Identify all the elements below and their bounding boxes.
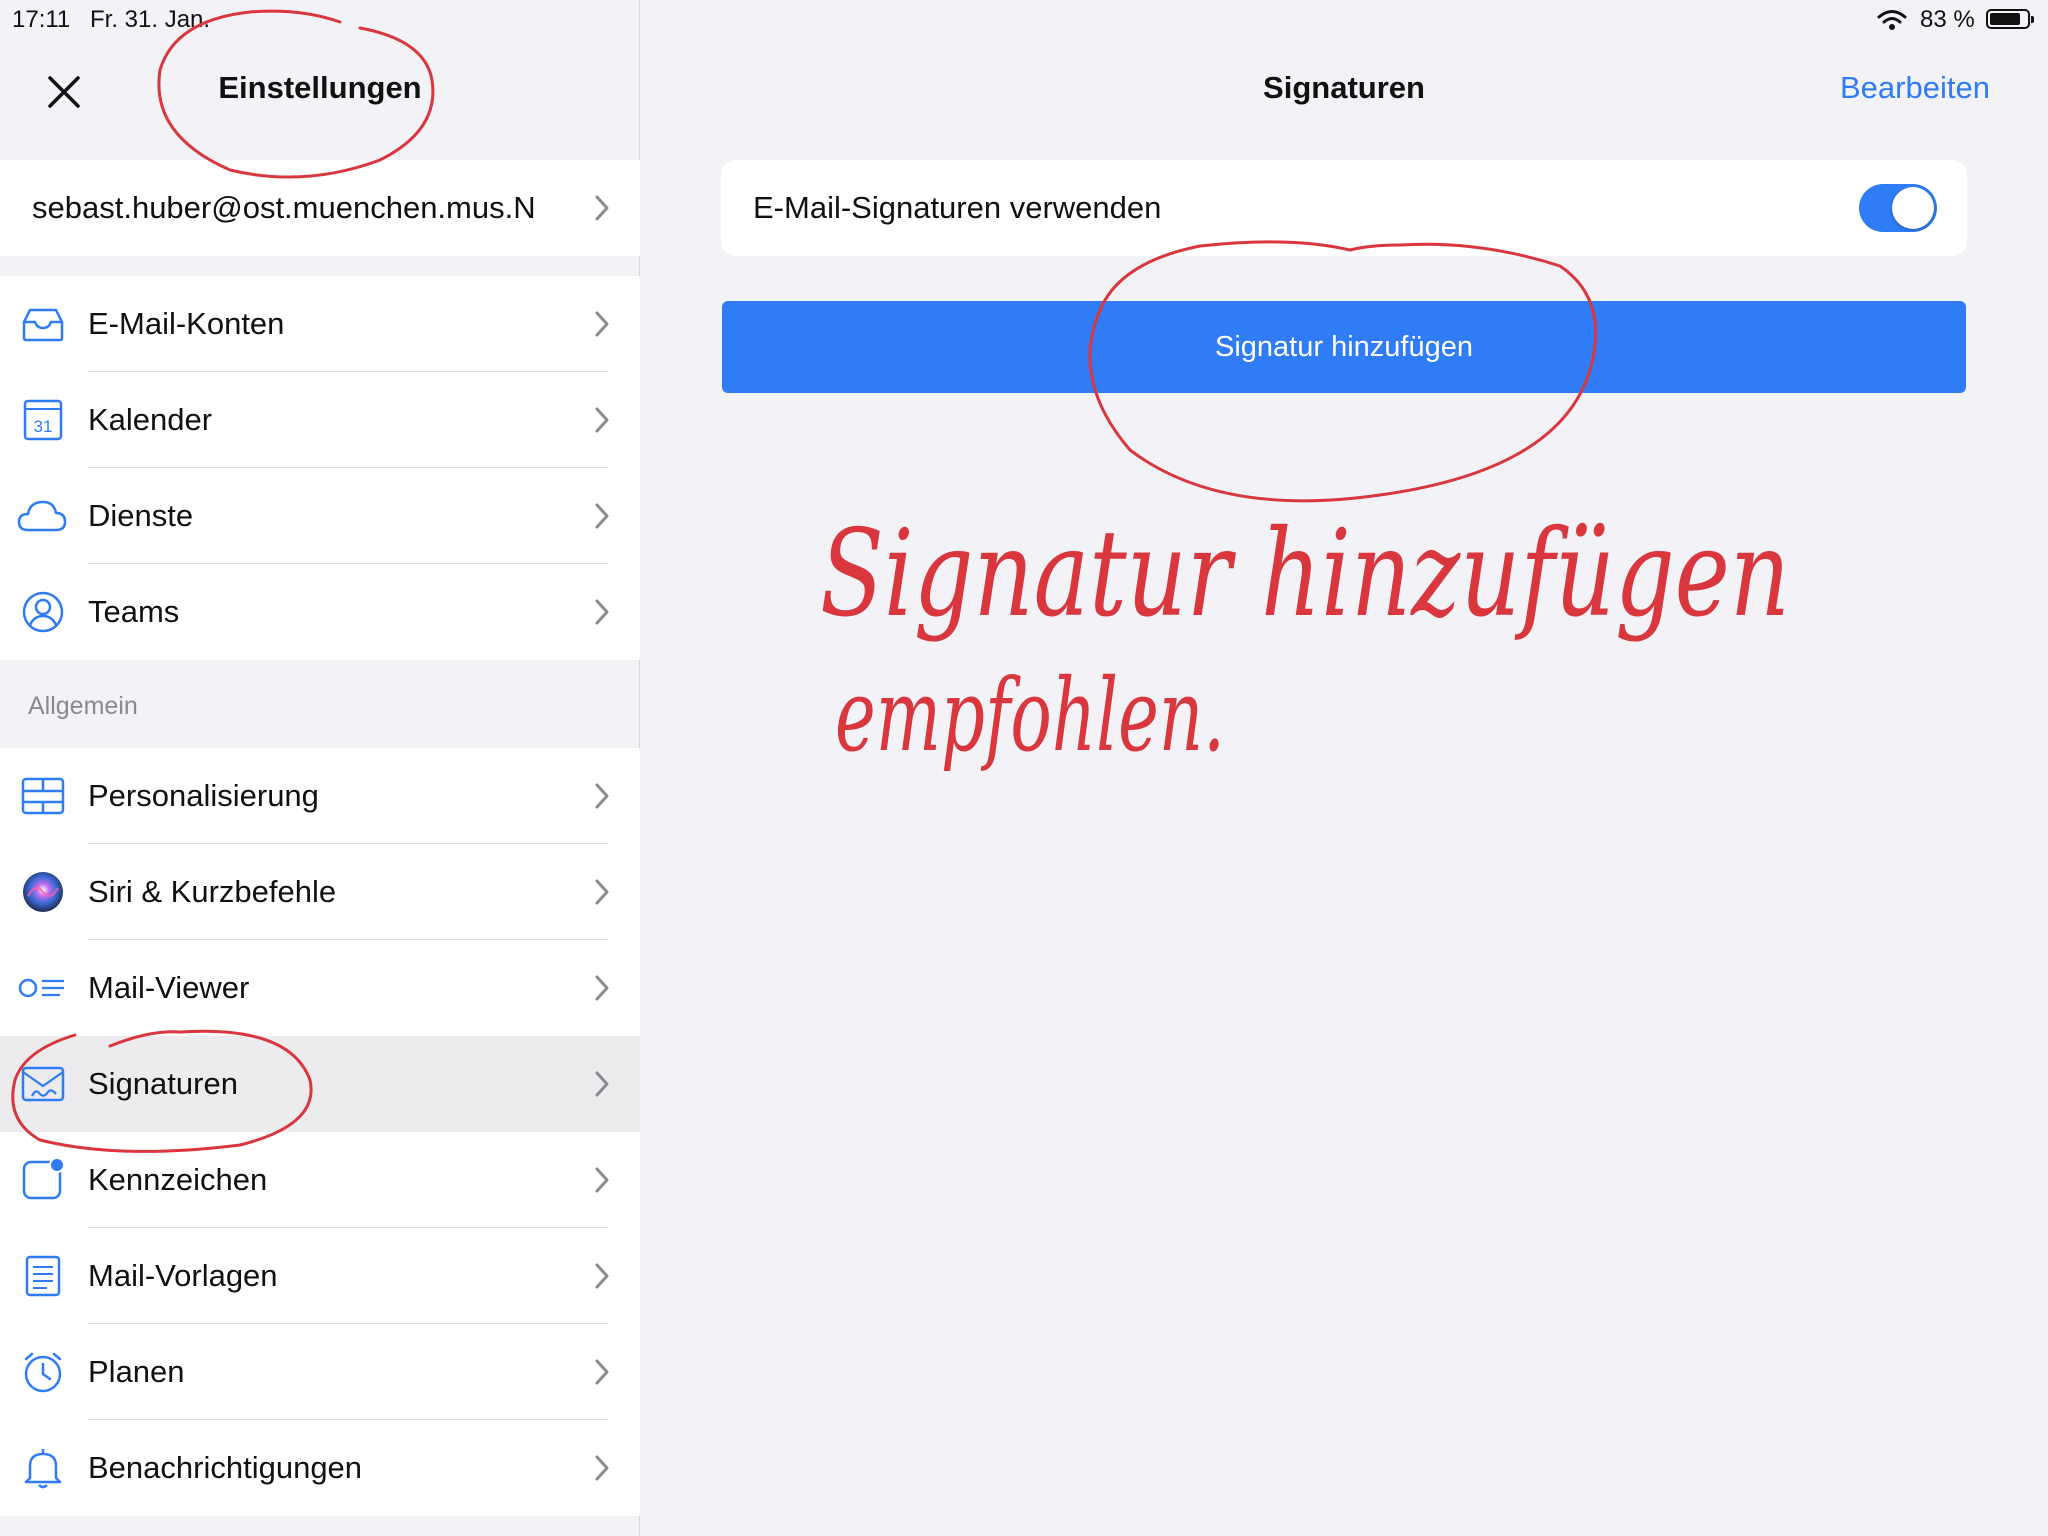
chevron-right-icon: [595, 1263, 609, 1289]
chevron-right-icon: [595, 1167, 609, 1193]
chevron-right-icon: [595, 1359, 609, 1385]
siri-icon: [23, 872, 63, 912]
chevron-right-icon: [595, 1455, 609, 1481]
sidebar-item-teams[interactable]: Teams: [0, 564, 640, 660]
chevron-right-icon: [595, 503, 609, 529]
person-circle-icon: [22, 591, 64, 633]
chevron-right-icon: [595, 311, 609, 337]
edit-button[interactable]: Bearbeiten: [1840, 70, 1990, 106]
calendar-icon: 31: [23, 399, 63, 441]
calendar-icon-number: 31: [34, 417, 53, 436]
document-icon: [25, 1255, 61, 1297]
status-bar: 17:11 Fr. 31. Jan. 83 %: [0, 0, 2048, 40]
sidebar-item-siri[interactable]: Siri & Kurzbefehle: [0, 844, 640, 940]
chevron-right-icon: [595, 407, 609, 433]
badge-icon: [22, 1158, 65, 1200]
layout-icon: [21, 777, 65, 815]
use-signatures-toggle[interactable]: [1859, 184, 1937, 232]
status-date: Fr. 31. Jan.: [90, 6, 211, 33]
sidebar-item-schedule[interactable]: Planen: [0, 1324, 640, 1420]
toggle-knob: [1892, 187, 1934, 229]
sidebar-item-label: Personalisierung: [88, 778, 319, 813]
alarm-icon: [24, 1352, 62, 1393]
sidebar-item-label: Dienste: [88, 498, 194, 533]
settings-title: Einstellungen: [218, 70, 422, 105]
sidebar-item-email-accounts[interactable]: E-Mail-Konten: [0, 276, 640, 372]
sidebar-item-label: E-Mail-Konten: [88, 306, 285, 341]
status-time: 17:11: [12, 6, 71, 33]
sidebar-item-label: Siri & Kurzbefehle: [88, 874, 337, 909]
inbox-icon: [22, 308, 64, 342]
list-icon: [18, 978, 64, 998]
chevron-right-icon: [595, 879, 609, 905]
wifi-icon: [1877, 10, 1907, 30]
chevron-right-icon: [595, 1071, 609, 1097]
general-group: Personalisierung Siri & Kurzbefehle Mail…: [0, 748, 640, 1516]
battery-fill: [1990, 13, 2020, 25]
settings-sidebar: Einstellungen sebast.huber@ost.muenchen.…: [0, 0, 640, 1536]
sidebar-item-calendar[interactable]: 31 Kalender: [0, 372, 640, 468]
annotation-line-2: empfohlen.: [835, 657, 1225, 774]
account-email: sebast.huber@ost.muenchen.mus.N: [32, 190, 536, 225]
sidebar-item-flags[interactable]: Kennzeichen: [0, 1132, 640, 1228]
sidebar-item-signatures[interactable]: Signaturen: [0, 1036, 640, 1132]
sidebar-item-notifications[interactable]: Benachrichtigungen: [0, 1420, 640, 1516]
sidebar-item-label: Signaturen: [88, 1066, 238, 1101]
sidebar-item-personalization[interactable]: Personalisierung: [0, 748, 640, 844]
sidebar-item-label: Mail-Vorlagen: [88, 1258, 278, 1293]
sidebar-item-mail-viewer[interactable]: Mail-Viewer: [0, 940, 640, 1036]
chevron-right-icon: [595, 783, 609, 809]
page-title: Signaturen: [1263, 70, 1425, 105]
chevron-right-icon: [595, 195, 609, 221]
battery-icon: [1986, 9, 2034, 29]
toggle-label: E-Mail-Signaturen verwenden: [753, 190, 1162, 225]
section-header-general: Allgemein: [28, 692, 138, 720]
sidebar-item-label: Teams: [88, 594, 180, 629]
bell-icon: [24, 1449, 62, 1489]
sidebar-item-services[interactable]: Dienste: [0, 468, 640, 564]
account-row[interactable]: sebast.huber@ost.muenchen.mus.N: [0, 160, 640, 256]
add-signature-button[interactable]: Signatur hinzufügen: [722, 301, 1966, 393]
annotation-line-1: Signatur hinzufügen: [820, 505, 1790, 644]
sidebar-item-label: Benachrichtigungen: [88, 1450, 363, 1485]
sidebar-item-mail-templates[interactable]: Mail-Vorlagen: [0, 1228, 640, 1324]
sidebar-item-label: Kalender: [88, 402, 213, 437]
signature-toggle-card: E-Mail-Signaturen verwenden: [721, 160, 1967, 256]
cloud-icon: [17, 500, 67, 532]
chevron-right-icon: [595, 975, 609, 1001]
battery-percent: 83 %: [1920, 6, 1975, 33]
sidebar-item-label: Mail-Viewer: [88, 970, 250, 1005]
accounts-group: E-Mail-Konten 31 Kalender Dienste Teams: [0, 276, 640, 660]
signature-icon: [21, 1066, 65, 1102]
sidebar-item-label: Planen: [88, 1354, 185, 1389]
sidebar-item-label: Kennzeichen: [88, 1162, 268, 1197]
chevron-right-icon: [595, 599, 609, 625]
